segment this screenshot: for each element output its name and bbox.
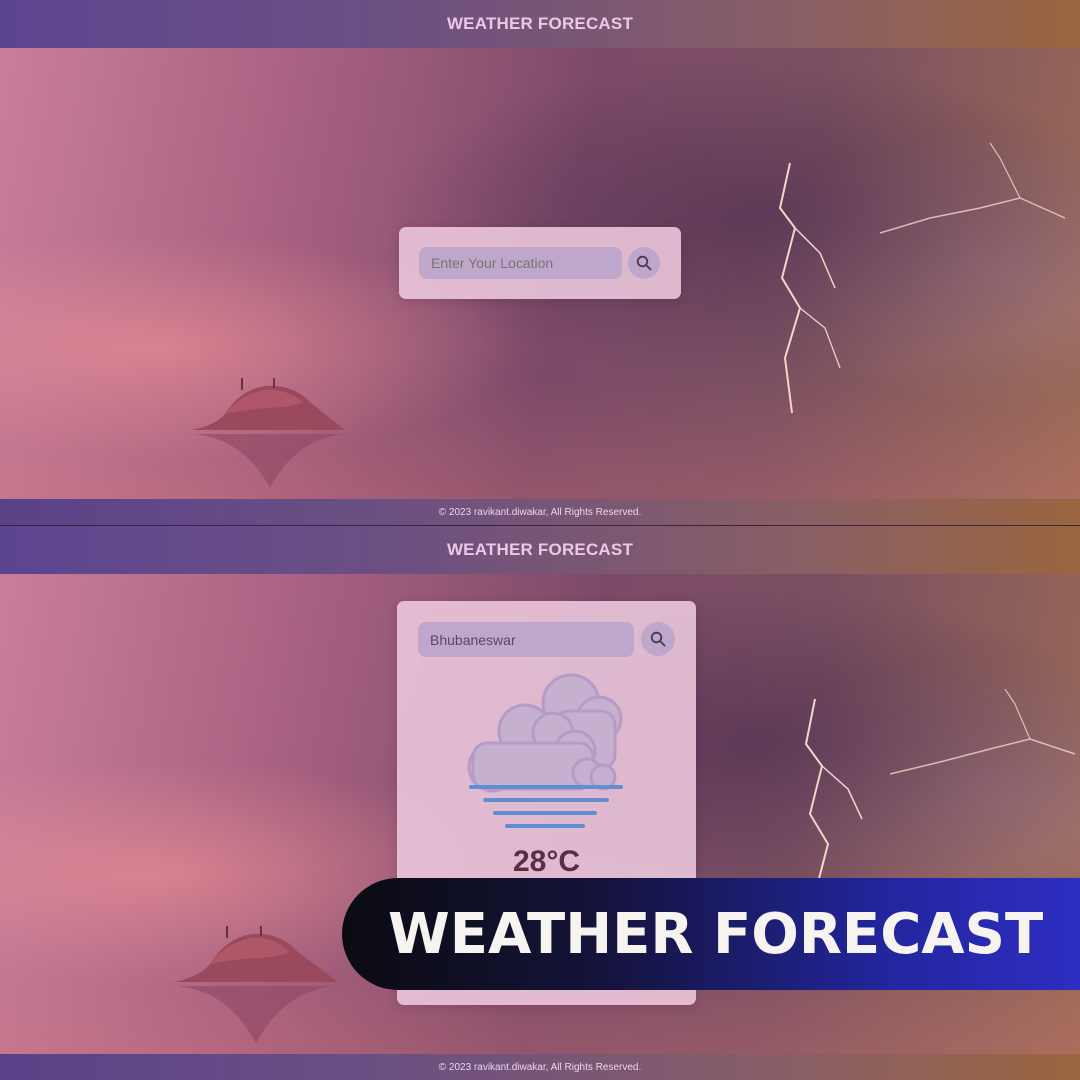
lightning-branch-image — [879, 142, 1066, 234]
search-button[interactable] — [641, 622, 675, 656]
app-footer: © 2023 ravikant.diwakar, All Rights Rese… — [0, 499, 1080, 525]
search-button[interactable] — [628, 247, 660, 279]
lightning-branch-image — [889, 688, 1076, 775]
screenshot-search-empty: WEATHER FORECAST © 2023 ravikant.diwakar… — [0, 0, 1080, 525]
lightning-bolt-image — [778, 162, 841, 414]
app-title: WEATHER FORECAST — [446, 540, 634, 559]
screenshot-weather-result: WEATHER FORECAST Bhubaneswar 28°C © 2023… — [0, 526, 1080, 1080]
app-footer: © 2023 ravikant.diwakar, All Rights Rese… — [0, 1054, 1080, 1080]
app-header: WEATHER FORECAST — [0, 0, 1080, 48]
search-icon — [636, 255, 652, 271]
app-header: WEATHER FORECAST — [0, 526, 1080, 574]
island-image — [190, 378, 345, 488]
banner-title: WEATHER FORECAST — [388, 901, 1044, 967]
island-image — [173, 926, 338, 1044]
title-banner: WEATHER FORECAST — [342, 878, 1080, 990]
temperature-value: 28°C — [512, 845, 581, 878]
copyright-text: © 2023 ravikant.diwakar, All Rights Rese… — [438, 1061, 642, 1073]
app-title: WEATHER FORECAST — [446, 14, 634, 33]
location-search-input[interactable] — [419, 247, 622, 279]
search-card — [399, 227, 681, 299]
cloud-fog-icon — [467, 673, 623, 828]
copyright-text: © 2023 ravikant.diwakar, All Rights Rese… — [438, 506, 642, 518]
sea-haze — [0, 379, 1080, 499]
location-search-input[interactable]: Bhubaneswar — [418, 622, 634, 657]
search-icon — [650, 631, 666, 647]
